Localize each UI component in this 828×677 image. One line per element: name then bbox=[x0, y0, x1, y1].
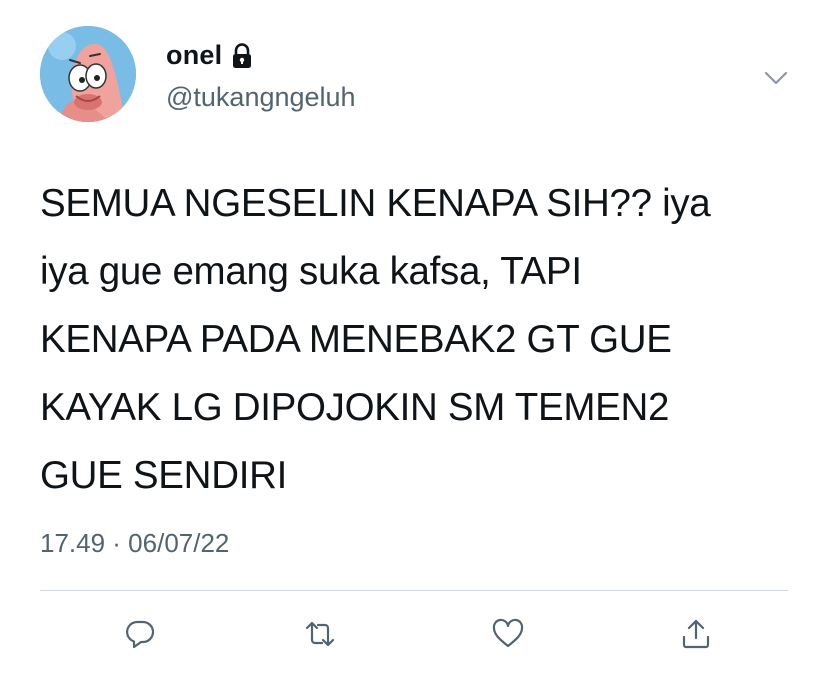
heart-icon bbox=[492, 618, 524, 648]
retweet-button[interactable] bbox=[300, 614, 340, 654]
share-button[interactable] bbox=[676, 614, 716, 654]
divider bbox=[40, 590, 788, 591]
user-handle[interactable]: @tukangngeluh bbox=[166, 82, 356, 113]
lock-icon bbox=[230, 42, 254, 69]
reply-button[interactable] bbox=[120, 614, 160, 654]
tweet-action-bar bbox=[0, 604, 828, 660]
tweet-timestamp[interactable]: 17.49 · 06/07/22 bbox=[40, 528, 229, 559]
patrick-star-avatar-icon bbox=[40, 26, 136, 122]
user-name-row: onel bbox=[166, 40, 254, 71]
retweet-icon bbox=[305, 621, 335, 647]
like-button[interactable] bbox=[488, 614, 528, 654]
chevron-down-icon[interactable] bbox=[762, 64, 790, 92]
avatar[interactable] bbox=[40, 26, 136, 122]
tweet-text: SEMUA NGESELIN KENAPA SIH?? iya iya gue … bbox=[40, 182, 711, 497]
display-name[interactable]: onel bbox=[166, 40, 222, 71]
share-icon bbox=[682, 619, 710, 649]
reply-icon bbox=[126, 620, 155, 649]
